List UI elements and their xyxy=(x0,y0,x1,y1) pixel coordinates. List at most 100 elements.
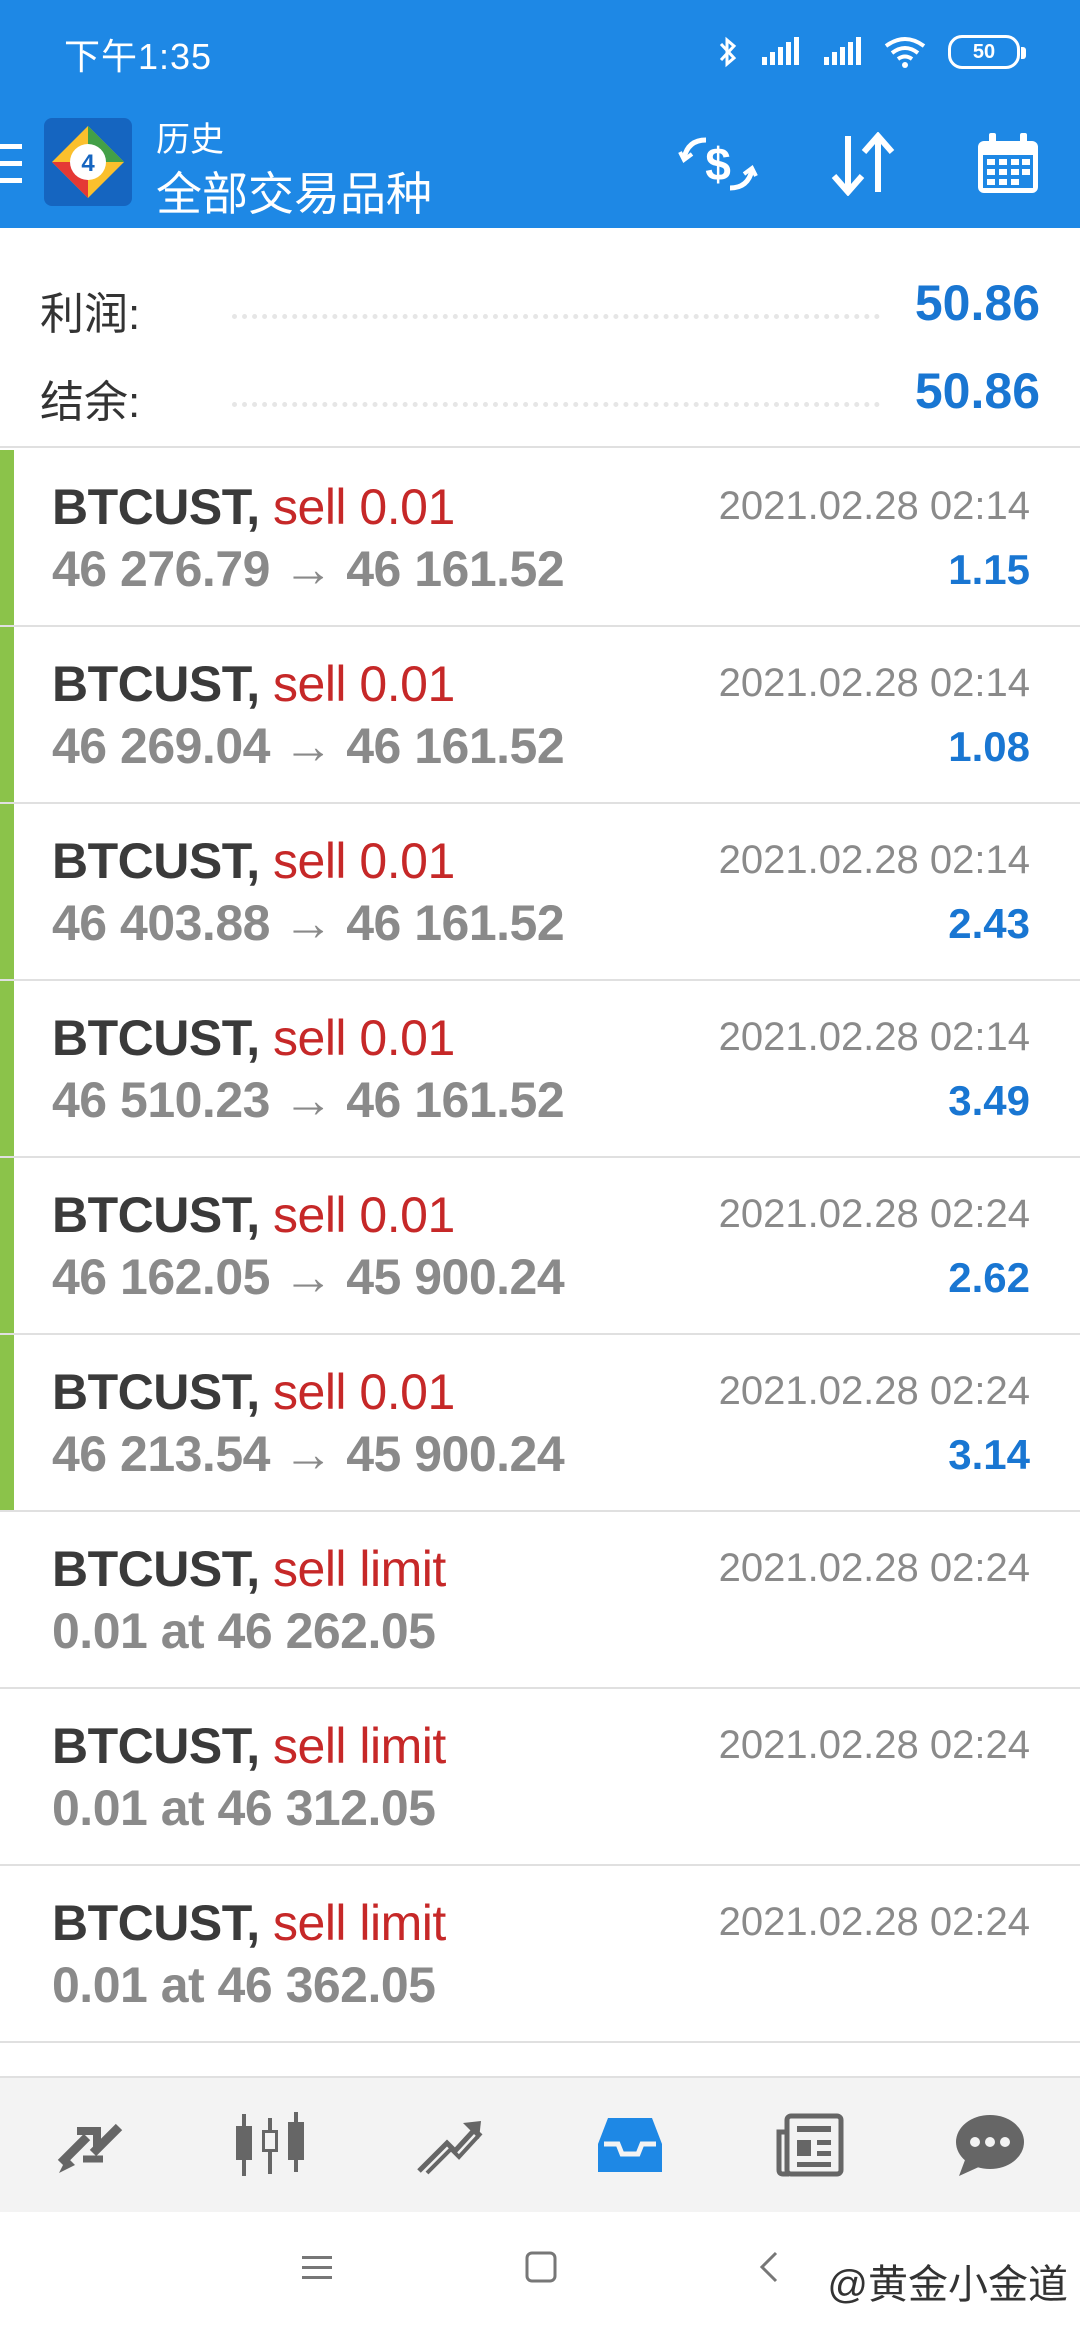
metatrader-logo-icon[interactable]: 4 xyxy=(44,118,132,206)
profit-value: 50.86 xyxy=(914,275,1040,331)
deal-profit: 3.49 xyxy=(948,1077,1030,1124)
news-icon[interactable] xyxy=(735,2085,885,2205)
deal-action: sell 0.01 xyxy=(273,1010,455,1066)
sort-icon[interactable] xyxy=(790,100,935,228)
deal-title: BTCUST, sell 0.01 xyxy=(52,1363,455,1421)
deal-row[interactable]: BTCUST, sell 0.01 46 510.23 → 46 161.52 … xyxy=(0,981,1080,1158)
closed-indicator xyxy=(0,1335,14,1510)
deal-time: 2021.02.28 02:14 xyxy=(718,838,1030,882)
deal-row[interactable]: BTCUST, sell 0.01 46 269.04 → 46 161.52 … xyxy=(0,627,1080,804)
deal-row[interactable]: BTCUST, sell 0.01 46 162.05 → 45 900.24 … xyxy=(0,1158,1080,1335)
deal-time: 2021.02.28 02:24 xyxy=(718,1369,1030,1413)
deal-time: 2021.02.28 02:14 xyxy=(718,661,1030,705)
order-row[interactable]: BTCUST, sell limit 0.01 at 46 312.05 202… xyxy=(0,1689,1080,1866)
deal-action: sell 0.01 xyxy=(273,1364,455,1420)
order-action: sell limit xyxy=(273,1718,446,1774)
status-icons: 50 xyxy=(718,28,1026,76)
chart-icon[interactable] xyxy=(195,2085,345,2205)
deal-prices: 46 213.54 → 45 900.24 xyxy=(52,1426,565,1482)
deal-profit: 2.43 xyxy=(948,900,1030,947)
order-time: 2021.02.28 02:24 xyxy=(718,1900,1030,1944)
deal-time: 2021.02.28 02:14 xyxy=(718,1015,1030,1059)
deal-row[interactable]: BTCUST, sell 0.01 46 276.79 → 46 161.52 … xyxy=(0,450,1080,627)
order-detail: 0.01 at 46 262.05 xyxy=(52,1603,436,1659)
deal-prices: 46 403.88 → 46 161.52 xyxy=(52,895,565,951)
order-symbol: BTCUST, xyxy=(52,1718,260,1774)
profit-label: 利润: xyxy=(40,290,141,339)
closed-indicator xyxy=(0,450,14,625)
deal-prices: 46 269.04 → 46 161.52 xyxy=(52,718,565,774)
signal-icon xyxy=(760,37,800,67)
balance-row: 结余: 50.86 xyxy=(0,352,1080,432)
deal-title: BTCUST, sell 0.01 xyxy=(52,1186,455,1244)
deal-symbol: BTCUST, xyxy=(52,479,260,535)
profit-row: 利润: 50.86 xyxy=(0,264,1080,344)
order-title: BTCUST, sell limit xyxy=(52,1717,446,1775)
deal-title: BTCUST, sell 0.01 xyxy=(52,1009,455,1067)
svg-text:$: $ xyxy=(705,138,731,190)
battery-icon: 50 xyxy=(948,35,1026,69)
summary-panel: 利润: 50.86 结余: 50.86 xyxy=(0,228,1080,448)
header-subtitle: 历史 xyxy=(156,121,224,159)
menu-icon[interactable] xyxy=(0,144,24,189)
deal-profit: 1.08 xyxy=(948,723,1030,770)
balance-label: 结余: xyxy=(40,378,141,427)
quotes-icon[interactable] xyxy=(15,2085,165,2205)
closed-indicator xyxy=(0,1158,14,1333)
history-icon[interactable] xyxy=(555,2085,705,2205)
header-title[interactable]: 全部交易品种 xyxy=(156,158,432,224)
deal-symbol: BTCUST, xyxy=(52,656,260,712)
order-symbol: BTCUST, xyxy=(52,1541,260,1597)
order-time: 2021.02.28 02:24 xyxy=(718,1723,1030,1767)
deal-prices: 46 276.79 → 46 161.52 xyxy=(52,541,565,597)
watermark: @黄金小金道 xyxy=(827,2263,1068,2307)
deal-row[interactable]: BTCUST, sell 0.01 46 213.54 → 45 900.24 … xyxy=(0,1335,1080,1512)
deal-title: BTCUST, sell 0.01 xyxy=(52,832,455,890)
home-nav-icon[interactable] xyxy=(524,2250,558,2289)
chat-icon[interactable] xyxy=(915,2085,1065,2205)
deal-profit: 3.14 xyxy=(948,1431,1030,1478)
back-nav-icon[interactable] xyxy=(756,2250,780,2289)
order-time: 2021.02.28 02:24 xyxy=(718,1546,1030,1590)
deal-symbol: BTCUST, xyxy=(52,1010,260,1066)
order-title: BTCUST, sell limit xyxy=(52,1894,446,1952)
trade-icon[interactable] xyxy=(375,2085,525,2205)
header-actions: $ xyxy=(645,100,1080,228)
signal-icon xyxy=(822,37,862,67)
order-symbol: BTCUST, xyxy=(52,1895,260,1951)
deal-symbol: BTCUST, xyxy=(52,833,260,889)
deal-action: sell 0.01 xyxy=(273,656,455,712)
deal-time: 2021.02.28 02:24 xyxy=(718,1192,1030,1236)
order-detail: 0.01 at 46 362.05 xyxy=(52,1957,436,2013)
currency-exchange-icon[interactable]: $ xyxy=(645,100,790,228)
deal-action: sell 0.01 xyxy=(273,1187,455,1243)
system-nav-bar: @黄金小金道 xyxy=(0,2212,1080,2340)
deal-action: sell 0.01 xyxy=(273,479,455,535)
closed-indicator xyxy=(0,981,14,1156)
calendar-icon[interactable] xyxy=(935,100,1080,228)
order-row[interactable]: BTCUST, sell limit 0.01 at 46 262.05 202… xyxy=(0,1512,1080,1689)
dotted-leader xyxy=(232,402,880,407)
deal-symbol: BTCUST, xyxy=(52,1364,260,1420)
app-top-bar: 下午1:35 50 4 历史 全部交易品种 $ xyxy=(0,0,1080,228)
order-detail: 0.01 at 46 312.05 xyxy=(52,1780,436,1836)
header: 4 历史 全部交易品种 $ xyxy=(0,100,1080,228)
deal-title: BTCUST, sell 0.01 xyxy=(52,655,455,713)
order-action: sell limit xyxy=(273,1895,446,1951)
balance-value: 50.86 xyxy=(914,363,1040,419)
deal-profit: 1.15 xyxy=(948,546,1030,593)
deal-action: sell 0.01 xyxy=(273,833,455,889)
deal-time: 2021.02.28 02:14 xyxy=(718,484,1030,528)
deal-prices: 46 162.05 → 45 900.24 xyxy=(52,1249,565,1305)
order-row[interactable]: BTCUST, sell limit 0.01 at 46 362.05 202… xyxy=(0,1866,1080,2043)
closed-indicator xyxy=(0,804,14,979)
deal-row[interactable]: BTCUST, sell 0.01 46 403.88 → 46 161.52 … xyxy=(0,804,1080,981)
dotted-leader xyxy=(232,314,880,319)
status-time: 下午1:35 xyxy=(64,36,213,77)
bottom-tab-bar xyxy=(0,2076,1080,2212)
deal-title: BTCUST, sell 0.01 xyxy=(52,478,455,536)
deal-prices: 46 510.23 → 46 161.52 xyxy=(52,1072,565,1128)
menu-nav-icon[interactable] xyxy=(300,2250,334,2289)
history-list: BTCUST, sell 0.01 46 276.79 → 46 161.52 … xyxy=(0,450,1080,2043)
wifi-icon xyxy=(884,36,926,68)
